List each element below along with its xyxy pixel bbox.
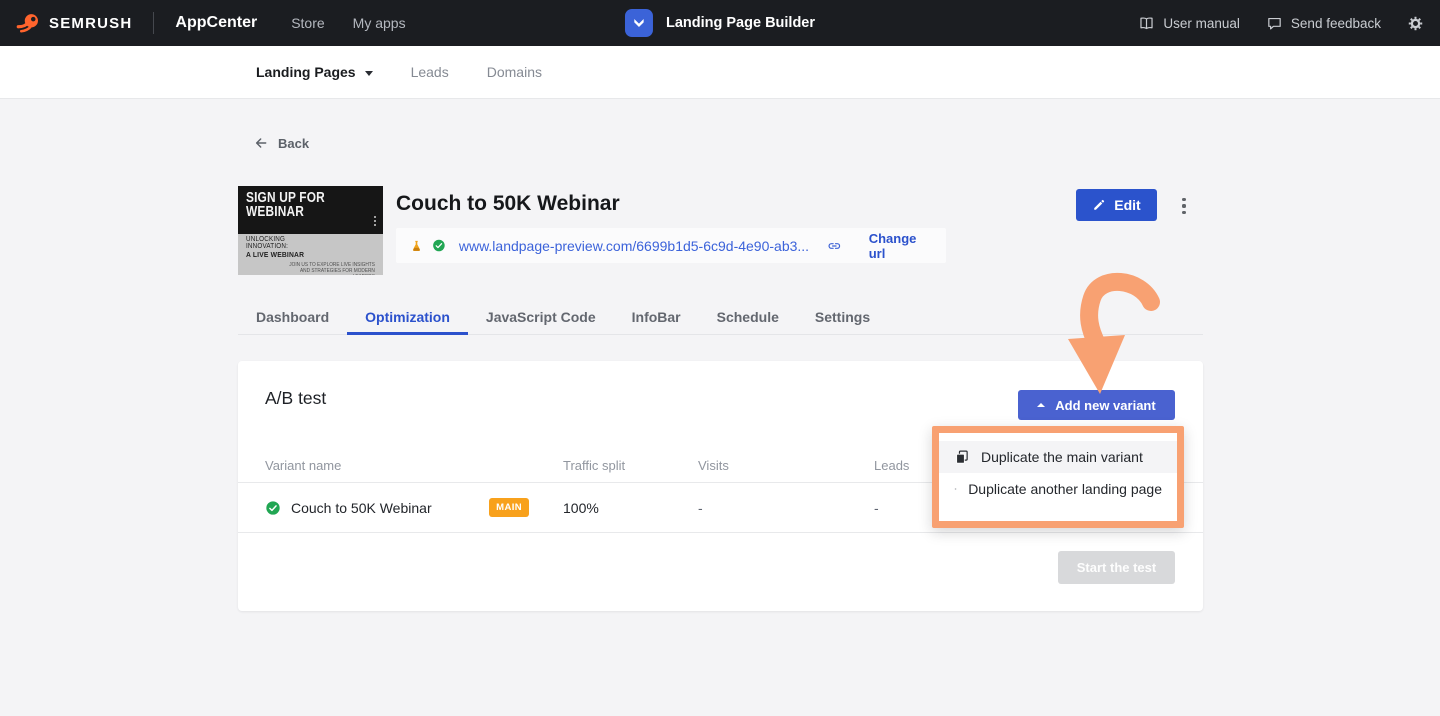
thumbnail-sub-area: UNLOCKING INNOVATION: A LIVE WEBINAR JOI… <box>238 234 383 275</box>
brand-divider <box>153 12 154 34</box>
tab-dashboard[interactable]: Dashboard <box>238 299 347 334</box>
thumbnail-headline-area: SIGN UP FOR WEBINAR <box>238 186 383 234</box>
url-bar: www.landpage-preview.com/6699b1d5-6c9d-4… <box>396 228 946 263</box>
user-manual-label: User manual <box>1163 16 1240 31</box>
menu-item-duplicate-main-variant[interactable]: Duplicate the main variant <box>939 441 1177 473</box>
thumbnail-fine-print: JOIN US TO EXPLORE LIVE INSIGHTS AND STR… <box>287 262 375 275</box>
settings-gear-icon[interactable] <box>1407 15 1424 32</box>
top-bar: SEMRUSH AppCenter Store My apps Landing … <box>0 0 1440 46</box>
published-check-icon <box>432 237 446 254</box>
variant-status-check-icon <box>265 500 281 516</box>
thumbnail-headline: SIGN UP FOR WEBINAR <box>246 191 352 219</box>
menu-item-label: Duplicate the main variant <box>981 449 1143 465</box>
suite-name: AppCenter <box>175 14 257 32</box>
add-variant-dropdown: Duplicate the main variant Duplicate ano… <box>932 426 1184 528</box>
chevron-down-icon <box>365 71 373 76</box>
col-variant-name: Variant name <box>265 458 563 473</box>
pencil-icon <box>1092 198 1106 212</box>
edit-button[interactable]: Edit <box>1076 189 1157 221</box>
back-label: Back <box>278 136 309 151</box>
tab-javascript-code[interactable]: JavaScript Code <box>468 299 614 334</box>
variant-name: Couch to 50K Webinar <box>291 500 432 516</box>
topbar-actions: User manual Send feedback <box>1138 15 1424 32</box>
copy-link-icon[interactable] <box>827 237 842 255</box>
tab-infobar[interactable]: InfoBar <box>614 299 699 334</box>
feedback-bubble-icon <box>1266 15 1283 32</box>
main-badge: MAIN <box>489 498 529 518</box>
plus-icon <box>954 481 957 497</box>
menu-item-duplicate-another-landing-page[interactable]: Duplicate another landing page <box>939 473 1177 505</box>
current-app-name: Landing Page Builder <box>666 15 815 31</box>
app-nav: Landing Pages Leads Domains <box>0 46 1440 99</box>
user-manual-link[interactable]: User manual <box>1138 15 1240 32</box>
back-button[interactable]: Back <box>253 135 309 151</box>
brand-name: SEMRUSH <box>49 15 132 32</box>
semrush-logo[interactable]: SEMRUSH AppCenter <box>16 11 257 35</box>
add-new-variant-button[interactable]: Add new variant <box>1018 390 1175 420</box>
change-url-button[interactable]: Change url <box>869 231 924 261</box>
tab-settings[interactable]: Settings <box>797 299 888 334</box>
variant-visits: - <box>698 500 874 516</box>
tab-optimization[interactable]: Optimization <box>347 299 468 334</box>
variant-traffic-split: 100% <box>563 500 698 516</box>
nav-landing-pages-label: Landing Pages <box>256 64 356 80</box>
nav-my-apps[interactable]: My apps <box>353 15 406 31</box>
current-app: Landing Page Builder <box>625 9 815 37</box>
add-new-variant-label: Add new variant <box>1055 398 1155 413</box>
nav-domains[interactable]: Domains <box>487 64 542 80</box>
landing-page-url[interactable]: www.landpage-preview.com/6699b1d5-6c9d-4… <box>459 238 809 254</box>
page-tabs: Dashboard Optimization JavaScript Code I… <box>238 299 1203 335</box>
send-feedback-link[interactable]: Send feedback <box>1266 15 1381 32</box>
flask-icon <box>410 238 423 254</box>
duplicate-icon <box>954 449 970 465</box>
nav-landing-pages[interactable]: Landing Pages <box>256 64 373 80</box>
book-icon <box>1138 15 1155 32</box>
tab-schedule[interactable]: Schedule <box>699 299 797 334</box>
thumbnail-sub-line1: UNLOCKING <box>246 236 362 243</box>
landing-page-thumbnail: SIGN UP FOR WEBINAR UNLOCKING INNOVATION… <box>238 186 383 275</box>
more-options-kebab-icon[interactable] <box>1177 193 1191 219</box>
ab-test-title: A/B test <box>265 388 326 409</box>
start-the-test-button[interactable]: Start the test <box>1058 551 1175 584</box>
col-visits: Visits <box>698 458 874 473</box>
menu-item-label: Duplicate another landing page <box>968 481 1162 497</box>
nav-store[interactable]: Store <box>291 15 324 31</box>
page-title: Couch to 50K Webinar <box>396 192 620 216</box>
chevron-up-icon <box>1037 403 1045 407</box>
send-feedback-label: Send feedback <box>1291 16 1381 31</box>
topbar-nav: Store My apps <box>291 15 405 31</box>
col-traffic-split: Traffic split <box>563 458 698 473</box>
thumbnail-sub-line3: A LIVE WEBINAR <box>246 251 362 259</box>
landing-page-builder-icon <box>625 9 653 37</box>
nav-leads[interactable]: Leads <box>411 64 449 80</box>
semrush-logo-icon <box>16 11 40 35</box>
arrow-left-icon <box>253 135 269 151</box>
app-root: SEMRUSH AppCenter Store My apps Landing … <box>0 0 1440 716</box>
thumbnail-dots <box>374 216 376 226</box>
edit-button-label: Edit <box>1114 197 1140 213</box>
